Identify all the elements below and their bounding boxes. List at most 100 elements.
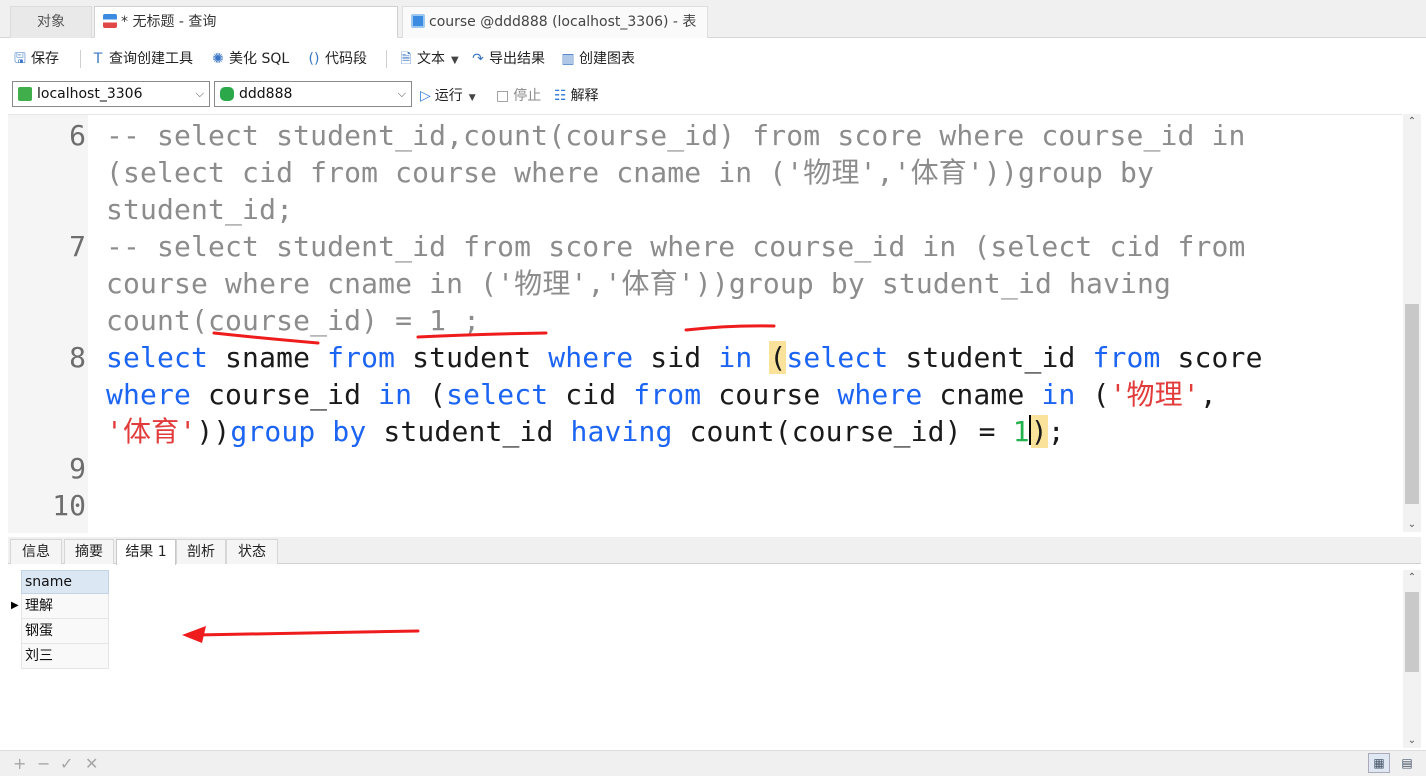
confirm-icon[interactable]: ✓ xyxy=(60,754,73,773)
code-line: (select cid from course where cname in (… xyxy=(106,156,1155,189)
code-line: where course_id in (select cid from cour… xyxy=(106,376,1396,413)
line-number: 8 xyxy=(69,341,86,374)
sql-text: , xyxy=(1199,378,1217,411)
selector-row: localhost_3306 ⌵ ddd888 ⌵ ▷ 运行 ▼ □ 停止 ☷ 解释 xyxy=(0,78,1426,112)
connection-select[interactable]: localhost_3306 ⌵ xyxy=(12,81,210,107)
save-label: 保存 xyxy=(31,51,59,67)
beautify-sql-button[interactable]: ✺ 美化 SQL xyxy=(210,48,289,70)
code-line: select sname from student where sid in (… xyxy=(106,339,1396,376)
result-scrollbar[interactable]: ⌃ ⌄ xyxy=(1403,570,1421,748)
run-label: 运行 xyxy=(434,88,463,104)
grid-view-icon[interactable]: ▦ xyxy=(1368,753,1390,773)
line-number: 6 xyxy=(69,119,86,152)
sql-text: sname xyxy=(208,341,328,374)
query-builder-icon: T xyxy=(93,51,103,67)
sql-number: 1 xyxy=(1012,415,1030,448)
stop-button[interactable]: □ 停止 xyxy=(496,86,541,106)
explain-icon: ☷ xyxy=(554,88,567,104)
code-snippet-button[interactable]: () 代码段 xyxy=(306,48,367,70)
beautify-icon: ✺ xyxy=(212,51,224,67)
beautify-label: 美化 SQL xyxy=(229,51,290,67)
sql-string: '体育' xyxy=(106,415,197,448)
sql-text: sid xyxy=(633,341,719,374)
tab-result-1[interactable]: 结果 1 xyxy=(116,539,176,565)
sql-text: cid xyxy=(548,378,634,411)
editor-scrollbar[interactable]: ⌃ ⌄ xyxy=(1403,114,1421,532)
export-icon: ↷ xyxy=(472,51,484,67)
connection-value: localhost_3306 xyxy=(37,86,143,102)
sql-text: ( xyxy=(1075,378,1110,411)
code-line: course where cname in ('物理','体育'))group … xyxy=(106,267,1172,300)
table-icon xyxy=(411,14,425,28)
chevron-down-icon: ▼ xyxy=(468,93,476,103)
sql-keyword: from xyxy=(327,341,396,374)
tab-query-label: * 无标题 - 查询 xyxy=(121,14,217,30)
tab-status[interactable]: 状态 xyxy=(226,539,278,564)
database-select[interactable]: ddd888 ⌵ xyxy=(214,81,412,107)
save-icon: 🖫 xyxy=(14,51,26,67)
sql-keyword: in xyxy=(1041,378,1076,411)
text-mode-button[interactable]: 🗎 文本 ▼ xyxy=(398,48,458,70)
sql-keyword: in xyxy=(718,341,753,374)
tab-table[interactable]: course @ddd888 (localhost_3306) - 表 xyxy=(402,6,708,38)
scroll-up-icon[interactable]: ⌃ xyxy=(1403,572,1421,583)
snippet-label: 代码段 xyxy=(325,51,367,67)
code-line: -- select student_id,count(course_id) fr… xyxy=(106,119,1246,152)
scroll-down-icon[interactable]: ⌄ xyxy=(1403,735,1421,746)
sql-keyword: select xyxy=(446,378,549,411)
export-result-button[interactable]: ↷ 导出结果 xyxy=(470,48,545,70)
create-chart-button[interactable]: ▥ 创建图表 xyxy=(560,48,635,70)
sql-keyword: where xyxy=(106,378,192,411)
explain-button[interactable]: ☷ 解释 xyxy=(554,86,599,106)
sql-text: cname xyxy=(922,378,1042,411)
table-row[interactable]: 钢蛋 xyxy=(21,619,109,644)
sql-text: ( xyxy=(412,378,447,411)
chart-label: 创建图表 xyxy=(579,51,635,67)
sql-keyword: from xyxy=(1092,341,1161,374)
scroll-up-icon[interactable]: ⌃ xyxy=(1403,116,1421,127)
snippet-icon: () xyxy=(308,51,320,67)
query-icon xyxy=(103,14,117,28)
sql-keyword: having xyxy=(570,415,673,448)
sql-keyword: select xyxy=(786,341,889,374)
matched-bracket: ) xyxy=(1030,415,1048,448)
run-button[interactable]: ▷ 运行 ▼ xyxy=(420,86,476,106)
tab-profile[interactable]: 剖析 xyxy=(176,539,226,564)
table-row[interactable]: 理解 xyxy=(21,594,109,619)
current-row-icon: ▶ xyxy=(11,600,19,611)
grid-footer: + − ✓ ✕ ▦ ▤ xyxy=(0,750,1426,776)
code-line: count(course_id) = 1 ; xyxy=(106,304,481,337)
form-view-icon[interactable]: ▤ xyxy=(1396,753,1418,773)
sql-text: student xyxy=(395,341,549,374)
scroll-down-icon[interactable]: ⌄ xyxy=(1403,519,1421,530)
sql-editor[interactable]: 6 7 8 9 10 -- select student_id,count(co… xyxy=(8,114,1402,533)
sql-keyword: from xyxy=(633,378,702,411)
play-icon: ▷ xyxy=(420,88,431,104)
code-line: '体育'))group by student_id having count(c… xyxy=(106,413,1396,450)
scrollbar-thumb[interactable] xyxy=(1405,592,1419,672)
matched-bracket: ( xyxy=(769,341,787,374)
save-button[interactable]: 🖫 保存 xyxy=(12,48,59,70)
table-row[interactable]: 刘三 xyxy=(21,644,109,669)
tab-objects-label: 对象 xyxy=(37,14,65,30)
database-icon xyxy=(220,87,234,101)
scrollbar-thumb[interactable] xyxy=(1405,304,1419,504)
stop-label: 停止 xyxy=(513,88,542,104)
cancel-icon[interactable]: ✕ xyxy=(85,754,98,773)
remove-icon[interactable]: − xyxy=(37,754,50,773)
sql-keyword: group by xyxy=(230,415,367,448)
line-number: 9 xyxy=(69,452,86,485)
tab-query[interactable]: * 无标题 - 查询 xyxy=(94,6,398,38)
tab-summary[interactable]: 摘要 xyxy=(64,539,114,564)
chevron-down-icon: ⌵ xyxy=(397,87,406,100)
tab-info[interactable]: 信息 xyxy=(10,539,62,564)
column-header-sname[interactable]: sname xyxy=(21,570,109,594)
tab-objects[interactable]: 对象 xyxy=(10,6,92,38)
query-builder-button[interactable]: T 查询创建工具 xyxy=(90,48,193,70)
result-grid: sname ▶ 理解 钢蛋 刘三 xyxy=(8,566,1402,748)
sql-keyword: in xyxy=(378,378,413,411)
add-icon[interactable]: + xyxy=(13,754,26,773)
stop-icon: □ xyxy=(496,88,510,104)
toolbar-divider xyxy=(386,50,387,68)
